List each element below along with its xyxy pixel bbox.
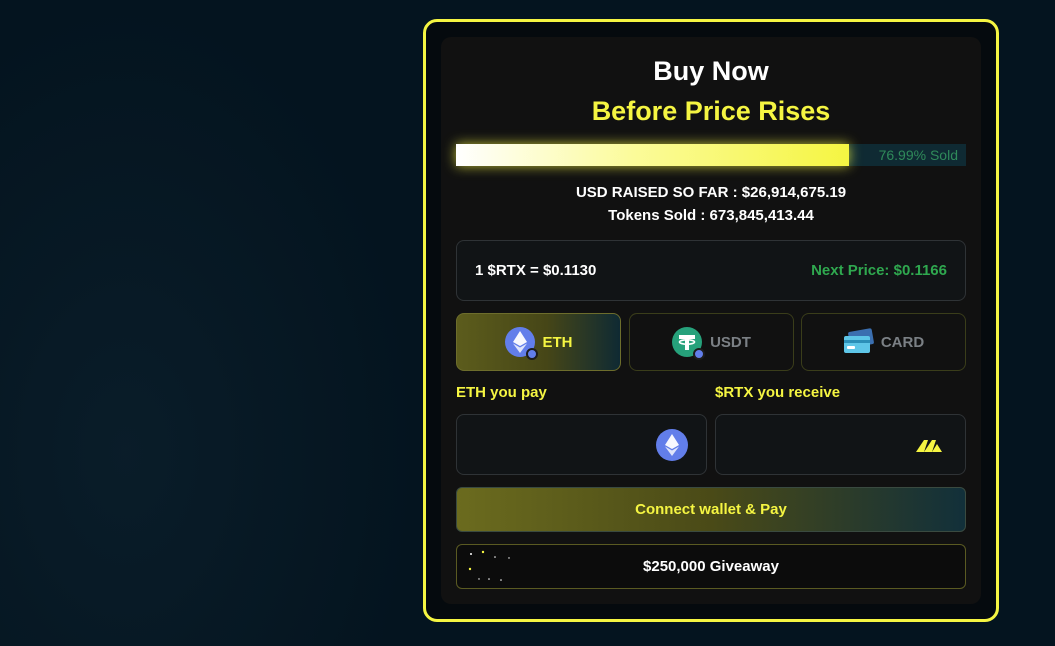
tab-card-label: CARD	[880, 333, 925, 351]
giveaway-label: $250,000 Giveaway	[643, 558, 779, 575]
tab-eth-label: ETH	[542, 333, 573, 351]
sparkles-icon	[468, 550, 510, 581]
ethereum-icon	[656, 429, 688, 461]
credit-card-icon	[843, 327, 874, 357]
receive-field	[715, 414, 966, 475]
tether-icon	[672, 327, 706, 360]
pay-field-label: ETH you pay	[456, 384, 547, 401]
receive-field-label: $RTX you receive	[715, 384, 841, 401]
tokens-sold-text: Tokens Sold : 673,845,413.44	[608, 207, 814, 224]
giveaway-banner[interactable]: $250,000 Giveaway	[456, 544, 966, 589]
ethereum-icon	[504, 327, 538, 360]
tab-usdt[interactable]: USDT	[629, 313, 794, 371]
rtx-token-icon	[915, 429, 947, 461]
tab-eth[interactable]: ETH	[456, 313, 621, 371]
tab-card[interactable]: CARD	[801, 313, 966, 371]
presale-card: Buy Now Before Price Rises 76.99% Sold U…	[441, 37, 981, 604]
sale-progress-fill	[456, 144, 849, 166]
receive-amount-input[interactable]	[728, 433, 908, 457]
next-price: Next Price: $0.1166	[811, 262, 947, 279]
widget-subtitle: Before Price Rises	[591, 96, 831, 126]
price-info-box: 1 $RTX = $0.1130 Next Price: $0.1166	[456, 240, 966, 301]
usd-raised-text: USD RAISED SO FAR : $26,914,675.19	[575, 184, 847, 201]
pay-field	[456, 414, 707, 475]
sale-progress-label: 76.99% Sold	[878, 147, 958, 163]
tab-usdt-label: USDT	[710, 333, 751, 351]
sale-progress-bar: 76.99% Sold	[456, 144, 966, 166]
current-price: 1 $RTX = $0.1130	[475, 262, 597, 279]
connect-wallet-pay-button[interactable]: Connect wallet & Pay	[456, 487, 966, 532]
presale-widget-frame: Buy Now Before Price Rises 76.99% Sold U…	[423, 19, 999, 622]
background-glow	[0, 0, 420, 646]
widget-title: Buy Now	[653, 56, 769, 86]
pay-amount-input[interactable]	[469, 433, 649, 457]
